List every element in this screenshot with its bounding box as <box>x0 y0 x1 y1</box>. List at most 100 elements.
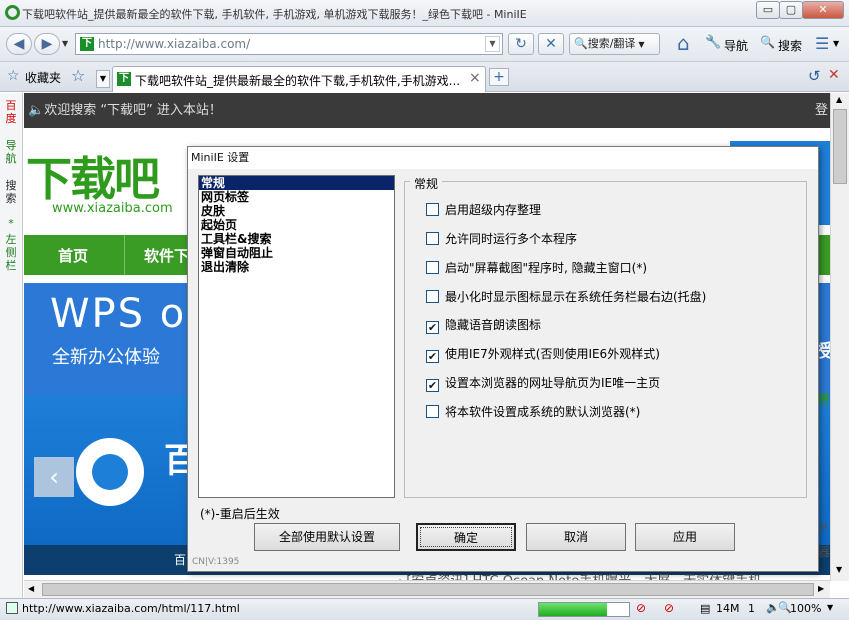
maximize-button[interactable]: ▢ <box>779 1 803 19</box>
menu-dropdown-icon[interactable]: ▼ <box>833 39 839 48</box>
tab-close-icon[interactable]: × <box>469 70 481 86</box>
horizontal-scrollbar[interactable]: ◀ ▶ <box>24 580 830 598</box>
popup-block-icon[interactable]: ⊘ <box>636 601 646 615</box>
close-all-icon[interactable]: ✕ <box>828 67 840 83</box>
general-group-box <box>404 181 807 498</box>
category-tabs[interactable]: 网页标签 <box>199 190 394 204</box>
page-status-icon <box>6 602 18 614</box>
checkbox-4[interactable]: ✔ <box>426 321 439 334</box>
option-tray-icon[interactable]: 最小化时显示图标显示在系统任务栏最右边(托盘) <box>426 288 706 304</box>
checkbox-6[interactable]: ✔ <box>426 379 439 392</box>
search-icon-2[interactable]: 🔍 <box>760 35 775 49</box>
site-favicon-icon: 下 <box>80 37 94 51</box>
memory-usage[interactable]: 14M <box>716 602 740 615</box>
scroll-down-icon[interactable]: ▼ <box>836 565 842 574</box>
forward-button[interactable]: ▶ <box>34 33 60 55</box>
home-icon[interactable]: ⌂ <box>677 31 690 55</box>
scroll-up-icon[interactable]: ▲ <box>836 95 842 104</box>
option-multi-instance[interactable]: 允许同时运行多个本程序 <box>426 230 577 246</box>
settings-category-list[interactable]: 常规 网页标签 皮肤 起始页 工具栏&搜索 弹窗自动阻止 退出清除 <box>198 175 395 498</box>
carousel-prev-button[interactable]: ‹ <box>34 457 74 497</box>
option-label-3: 最小化时显示图标显示在系统任务栏最右边(托盘) <box>445 290 707 304</box>
minimize-button[interactable]: ▭ <box>756 1 780 19</box>
version-label: CN|V:1395 <box>192 557 240 567</box>
settings-dialog: MiniIE 设置 常规 网页标签 皮肤 起始页 工具栏&搜索 弹窗自动阻止 退… <box>187 146 819 572</box>
window-title: 下载吧软件站_提供最新最全的软件下载, 手机软件, 手机游戏, 单机游戏下载服务… <box>22 8 527 21</box>
logo-text: 下载吧 <box>26 152 160 206</box>
close-button[interactable]: ✕ <box>802 1 844 19</box>
scroll-thumb[interactable] <box>833 109 847 184</box>
category-toolbar-search[interactable]: 工具栏&搜索 <box>199 232 394 246</box>
address-bar[interactable]: 下 http://www.xiazaiba.com/ ▼ <box>75 33 503 55</box>
dialog-title: MiniIE 设置 <box>188 147 818 169</box>
category-start-page[interactable]: 起始页 <box>199 218 394 232</box>
checkbox-5[interactable]: ✔ <box>426 350 439 363</box>
ie-logo-icon <box>5 5 20 20</box>
scroll-left-icon[interactable]: ◀ <box>28 584 34 593</box>
restore-defaults-button[interactable]: 全部使用默认设置 <box>254 523 400 551</box>
option-label-2: 启动"屏幕截图"程序时, 隐藏主窗口(*) <box>445 261 648 275</box>
checkbox-7[interactable] <box>426 405 439 418</box>
option-homepage[interactable]: ✔ 设置本浏览器的网址导航页为IE唯一主页 <box>426 374 661 392</box>
wps-text: WPS o <box>50 291 187 337</box>
refresh-button[interactable]: ↻ <box>508 33 534 55</box>
menu-software[interactable]: 软件下 <box>144 245 189 266</box>
site-logo[interactable]: 下载吧 www.xiazaiba.com <box>24 141 189 221</box>
menu-divider <box>124 235 125 275</box>
sidebar-item-nav[interactable]: 导航 <box>4 139 18 165</box>
search-translate-label: 搜索/翻译 <box>587 37 636 50</box>
nav-label[interactable]: 导航 <box>724 37 748 54</box>
tab-list-dropdown-icon[interactable]: ▼ <box>96 70 110 88</box>
sidebar-item-left-panel[interactable]: 左侧栏 <box>4 233 18 272</box>
option-hide-on-screenshot[interactable]: 启动"屏幕截图"程序时, 隐藏主窗口(*) <box>426 259 647 275</box>
wps-subtitle: 全新办公体验 <box>52 347 160 368</box>
status-url: http://www.xiazaiba.com/html/117.html <box>22 602 240 615</box>
scroll-right-icon[interactable]: ▶ <box>818 584 824 593</box>
option-hide-voice-icon[interactable]: ✔ 隐藏语音朗读图标 <box>426 316 541 334</box>
option-label-6: 设置本浏览器的网址导航页为IE唯一主页 <box>445 376 661 390</box>
option-default-browser[interactable]: 将本软件设置成系统的默认浏览器(*) <box>426 403 640 419</box>
no-script-icon[interactable]: ⊘ <box>664 601 674 615</box>
ok-button[interactable]: 确定 <box>416 523 516 551</box>
wrench-icon[interactable]: 🔧 <box>705 35 721 50</box>
zoom-level[interactable]: 100% <box>790 602 821 615</box>
back-button[interactable]: ◀ <box>6 33 32 55</box>
sidebar-item-search[interactable]: 搜索 <box>4 179 18 205</box>
category-popup-block[interactable]: 弹窗自动阻止 <box>199 246 394 260</box>
favorites-label[interactable]: 收藏夹 <box>25 69 61 86</box>
right-text-4: 器 <box>818 545 830 559</box>
option-ie7-style[interactable]: ✔ 使用IE7外观样式(否则使用IE6外观样式) <box>426 345 660 363</box>
sidebar-item-star: * <box>8 217 14 230</box>
checkbox-3[interactable] <box>426 290 439 303</box>
menu-icon[interactable]: ☰ <box>815 34 829 53</box>
history-dropdown-icon[interactable]: ▼ <box>62 39 68 48</box>
login-link[interactable]: 登 <box>815 93 828 128</box>
active-tab[interactable]: 下 下载吧软件站_提供最新最全的软件下载,手机软件,手机游戏... × <box>112 66 486 92</box>
search-translate-button[interactable]: 🔍搜索/翻译 ▼ <box>569 33 660 55</box>
footer-item: 百 <box>174 553 187 567</box>
welcome-bar: 🔈欢迎搜索 “下载吧” 进入本站！ 登 <box>24 93 830 128</box>
stop-button[interactable]: ✕ <box>538 33 564 55</box>
category-skin[interactable]: 皮肤 <box>199 204 394 218</box>
vertical-scrollbar[interactable]: ▲ ▼ <box>830 93 849 581</box>
apply-button[interactable]: 应用 <box>635 523 735 551</box>
checkbox-1[interactable] <box>426 232 439 245</box>
h-scroll-thumb[interactable] <box>42 583 814 596</box>
cancel-button[interactable]: 取消 <box>526 523 626 551</box>
undo-icon[interactable]: ↺ <box>808 67 821 85</box>
add-favorite-icon[interactable]: ☆ <box>71 66 85 85</box>
option-memory-cleanup[interactable]: 启用超级内存整理 <box>426 201 541 217</box>
zoom-dropdown-icon[interactable]: ▼ <box>827 603 833 612</box>
memory-icon: ▤ <box>700 602 711 615</box>
checkbox-0[interactable] <box>426 203 439 216</box>
address-dropdown-icon[interactable]: ▼ <box>485 36 500 52</box>
category-general[interactable]: 常规 <box>199 176 394 190</box>
new-tab-button[interactable]: + <box>489 68 509 86</box>
left-sidebar: 百度 导航 搜索 * 左侧栏 <box>0 93 23 598</box>
menu-home[interactable]: 首页 <box>58 245 88 266</box>
sidebar-item-baidu[interactable]: 百度 <box>4 99 18 125</box>
option-label-7: 将本软件设置成系统的默认浏览器(*) <box>445 405 641 419</box>
search-label[interactable]: 搜索 <box>778 37 802 54</box>
category-exit-clear[interactable]: 退出清除 <box>199 260 394 274</box>
checkbox-2[interactable] <box>426 261 439 274</box>
